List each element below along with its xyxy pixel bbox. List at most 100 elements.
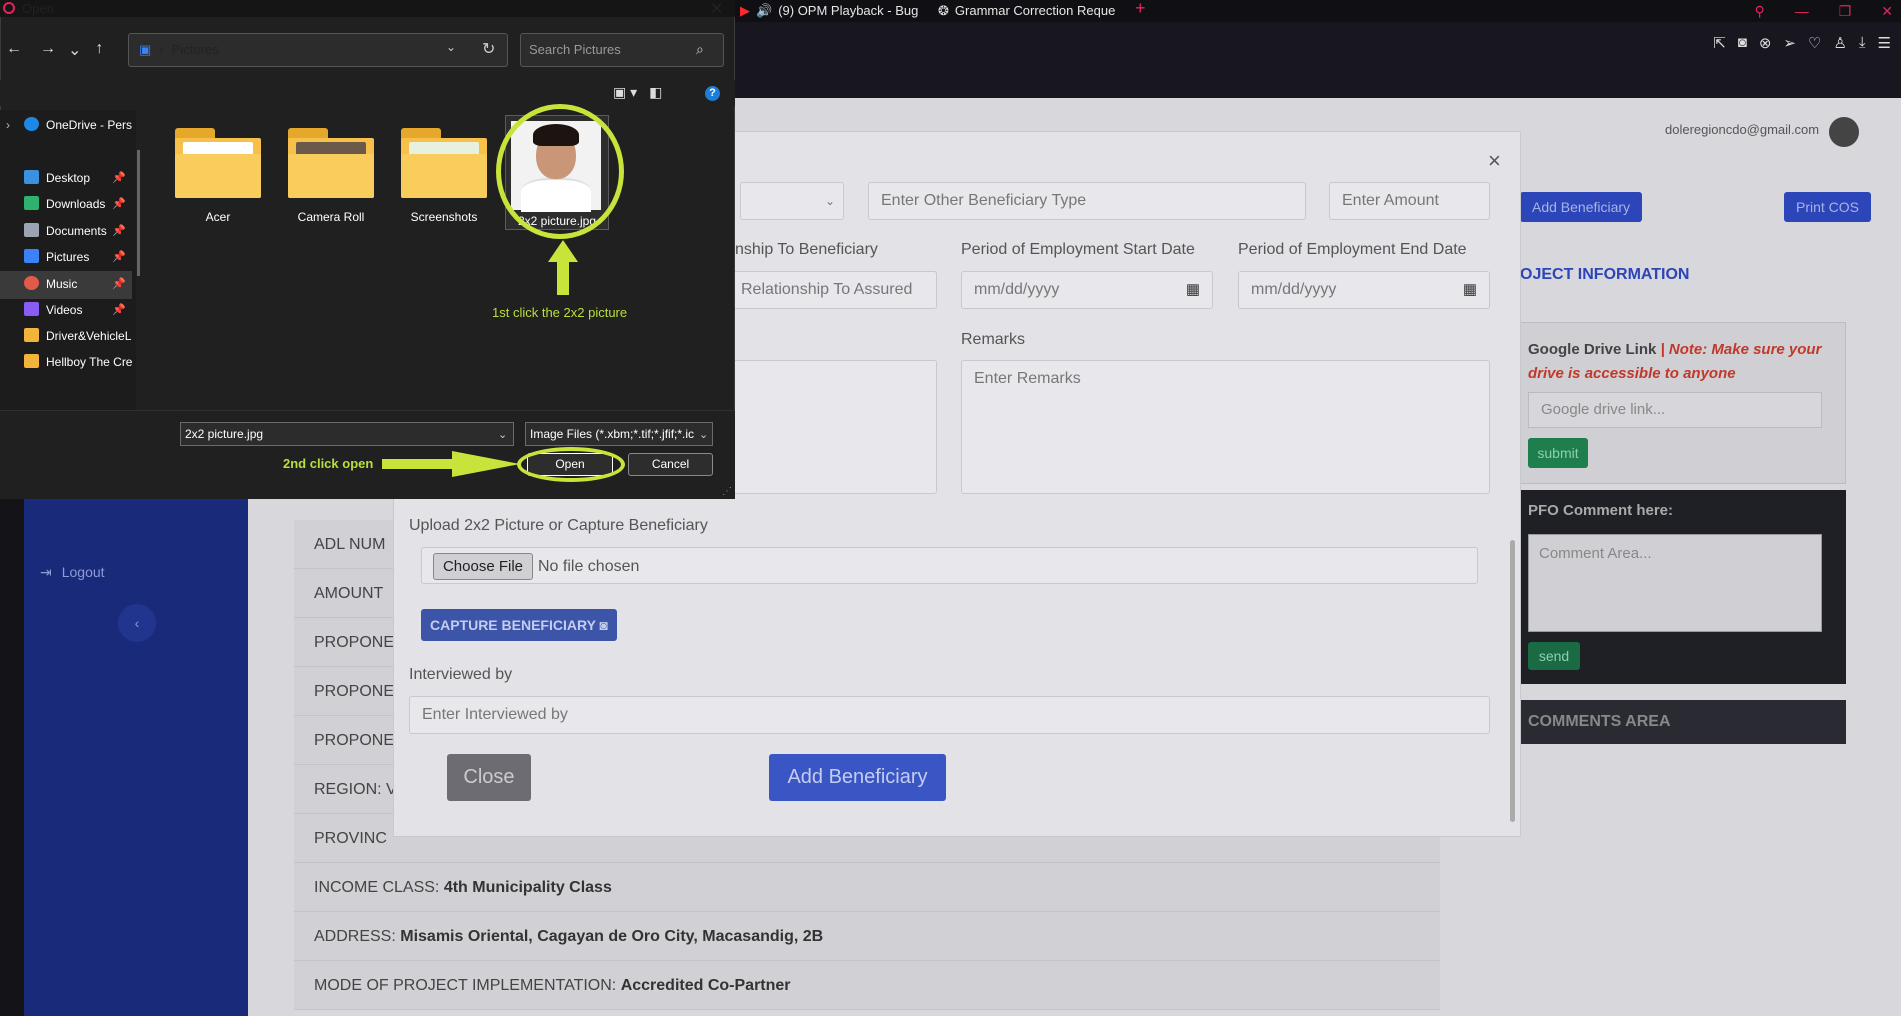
chevron-down-icon[interactable]: ⌄	[68, 40, 81, 60]
nav-item-desktop[interactable]: Desktop 📌	[0, 164, 132, 192]
logout-link[interactable]: ⇥ Logout	[40, 564, 105, 581]
navigation-pane: › OneDrive - Perso Desktop 📌 Downloads 📌 Do…	[0, 110, 136, 410]
pfo-comment-label: PFO Comment here:	[1528, 502, 1674, 519]
file-name-input[interactable]: 2x2 picture.jpg	[180, 422, 514, 446]
camera-icon[interactable]: ◙	[1738, 34, 1747, 52]
nav-item-pictures[interactable]: Pictures 📌	[0, 243, 132, 271]
avatar[interactable]	[1829, 117, 1859, 147]
relationship-input[interactable]: Relationship To Assured	[728, 271, 937, 309]
capture-beneficiary-button[interactable]: CAPTURE BENEFICIARY ◙	[421, 609, 617, 641]
organize-button[interactable]: Organize ▾	[9, 86, 67, 100]
pin-icon[interactable]: 📌	[112, 217, 126, 245]
annotation-arrow-right-icon	[382, 451, 520, 477]
menu-icon[interactable]: ☰	[1878, 34, 1891, 52]
pin-icon[interactable]: 📌	[112, 164, 126, 192]
chevron-down-icon[interactable]: ⌄	[699, 428, 708, 441]
restore-icon[interactable]: ❐	[1839, 3, 1852, 20]
share-icon[interactable]: ⇱	[1713, 34, 1726, 52]
chevron-down-icon[interactable]: ⌄	[446, 40, 456, 54]
choose-file-button[interactable]: Choose File	[433, 553, 533, 580]
minimize-icon[interactable]: —	[1795, 3, 1809, 19]
annotation-step2: 2nd click open	[283, 456, 374, 471]
nav-scrollbar[interactable]	[137, 150, 140, 276]
textarea-left[interactable]	[728, 360, 937, 494]
start-date-input[interactable]: mm/dd/yyyy ▦	[961, 271, 1213, 309]
close-icon[interactable]: ✕	[710, 0, 723, 19]
sidebar-collapse-button[interactable]: ‹	[118, 604, 156, 642]
help-icon[interactable]: ?	[705, 86, 720, 101]
back-icon[interactable]: ←	[6, 40, 22, 60]
submit-button[interactable]: submit	[1528, 438, 1588, 468]
print-cos-button[interactable]: Print COS	[1784, 192, 1872, 222]
drive-link-label: Google Drive Link | Note: Make sure your…	[1528, 341, 1822, 382]
amount-input[interactable]: Enter Amount	[1329, 182, 1490, 220]
search-icon[interactable]: ⌕	[696, 41, 704, 58]
send-icon[interactable]: ➢	[1783, 34, 1796, 52]
interviewed-by-input[interactable]: Enter Interviewed by	[409, 696, 1490, 734]
nav-item-onedrive[interactable]: › OneDrive - Perso	[0, 111, 132, 139]
annotation-step1: 1st click the 2x2 picture	[492, 305, 628, 320]
search-icon[interactable]: ⚲	[1754, 3, 1764, 20]
file-item-screenshots[interactable]: Screenshots	[394, 120, 494, 224]
heart-icon[interactable]: ♡	[1808, 34, 1821, 52]
nav-item-documents[interactable]: Documents 📌	[0, 217, 132, 245]
remarks-textarea[interactable]: Enter Remarks	[961, 360, 1490, 494]
download-icon[interactable]: ⤓	[1859, 34, 1866, 52]
search-input[interactable]: Search Pictures	[520, 33, 724, 67]
add-beneficiary-button[interactable]: Add Beneficiary	[769, 754, 946, 801]
close-button[interactable]: Close	[447, 754, 531, 801]
nav-item-downloads[interactable]: Downloads 📌	[0, 190, 132, 218]
cancel-button[interactable]: Cancel	[628, 453, 713, 476]
send-button[interactable]: send	[1528, 642, 1580, 670]
modal-scrollbar-thumb[interactable]	[1510, 540, 1515, 822]
comments-area-heading: COMMENTS AREA	[1516, 700, 1846, 744]
folder-icon	[401, 128, 487, 200]
new-tab-icon[interactable]: +	[1135, 0, 1146, 19]
pin-icon[interactable]: 📌	[112, 243, 126, 271]
breadcrumb: Pictures	[171, 42, 219, 57]
tab-opm-playback[interactable]: ▶ 🔊 (9) OPM Playback - Bug ✕	[740, 0, 920, 22]
file-type-select[interactable]: Image Files (*.xbm;*.tif;*.jfif;*.ic	[525, 422, 713, 446]
nav-item-label: Hellboy The Cre	[46, 355, 132, 369]
capture-label: CAPTURE BENEFICIARY	[429, 617, 596, 633]
nav-item-label: Driver&VehicleL	[46, 329, 132, 343]
up-icon[interactable]: ↑	[95, 40, 103, 60]
pin-icon[interactable]: 📌	[112, 190, 126, 218]
file-item-acer[interactable]: Acer	[168, 120, 268, 224]
block-icon[interactable]: ⊗	[1759, 34, 1772, 52]
close-icon[interactable]: ✕	[1881, 3, 1893, 20]
pin-icon[interactable]: 📌	[112, 296, 126, 324]
calendar-icon[interactable]: ▦	[1463, 272, 1477, 308]
other-beneficiary-type-input[interactable]: Enter Other Beneficiary Type	[868, 182, 1306, 220]
folder-icon	[24, 328, 39, 342]
file-item-camera-roll[interactable]: Camera Roll	[281, 120, 381, 224]
profile-icon[interactable]: ♙	[1833, 34, 1846, 52]
nav-item-driver-vehicle[interactable]: Driver&VehicleL	[0, 322, 132, 350]
view-icon[interactable]: ▣ ▾	[613, 84, 637, 101]
close-icon[interactable]: ×	[1488, 148, 1501, 174]
picture-icon	[24, 249, 39, 263]
drive-link-input[interactable]: Google drive link...	[1528, 392, 1822, 428]
forward-icon[interactable]: →	[40, 40, 56, 60]
comment-textarea[interactable]: Comment Area...	[1528, 534, 1822, 632]
nav-item-videos[interactable]: Videos 📌	[0, 296, 132, 324]
nav-item-hellboy[interactable]: Hellboy The Cre	[0, 348, 132, 376]
calendar-icon[interactable]: ▦	[1186, 272, 1200, 308]
add-beneficiary-page-button[interactable]: Add Beneficiary	[1520, 192, 1643, 222]
preview-pane-icon[interactable]: ◧	[649, 84, 662, 101]
tab-grammar-correction[interactable]: ❂ Grammar Correction Reque ✕	[938, 0, 1120, 22]
music-icon	[24, 276, 39, 290]
chevron-down-icon[interactable]: ⌄	[498, 428, 507, 441]
nav-item-music[interactable]: Music 📌	[0, 270, 132, 298]
file-name-label: File name:	[122, 426, 179, 440]
nav-item-label: Downloads	[46, 197, 106, 211]
refresh-icon[interactable]: ↻	[482, 39, 495, 59]
new-folder-button[interactable]: New folder	[100, 86, 157, 100]
youtube-icon: ▶	[740, 3, 750, 18]
pin-icon[interactable]: 📌	[112, 270, 126, 298]
end-date-input[interactable]: mm/dd/yyyy ▦	[1238, 271, 1490, 309]
beneficiary-type-select[interactable]: ⌄	[740, 182, 844, 220]
organize-label: Organize	[9, 86, 58, 100]
chevron-left-icon: ‹	[134, 615, 140, 631]
resize-grip-icon[interactable]: ⋰	[722, 486, 732, 497]
